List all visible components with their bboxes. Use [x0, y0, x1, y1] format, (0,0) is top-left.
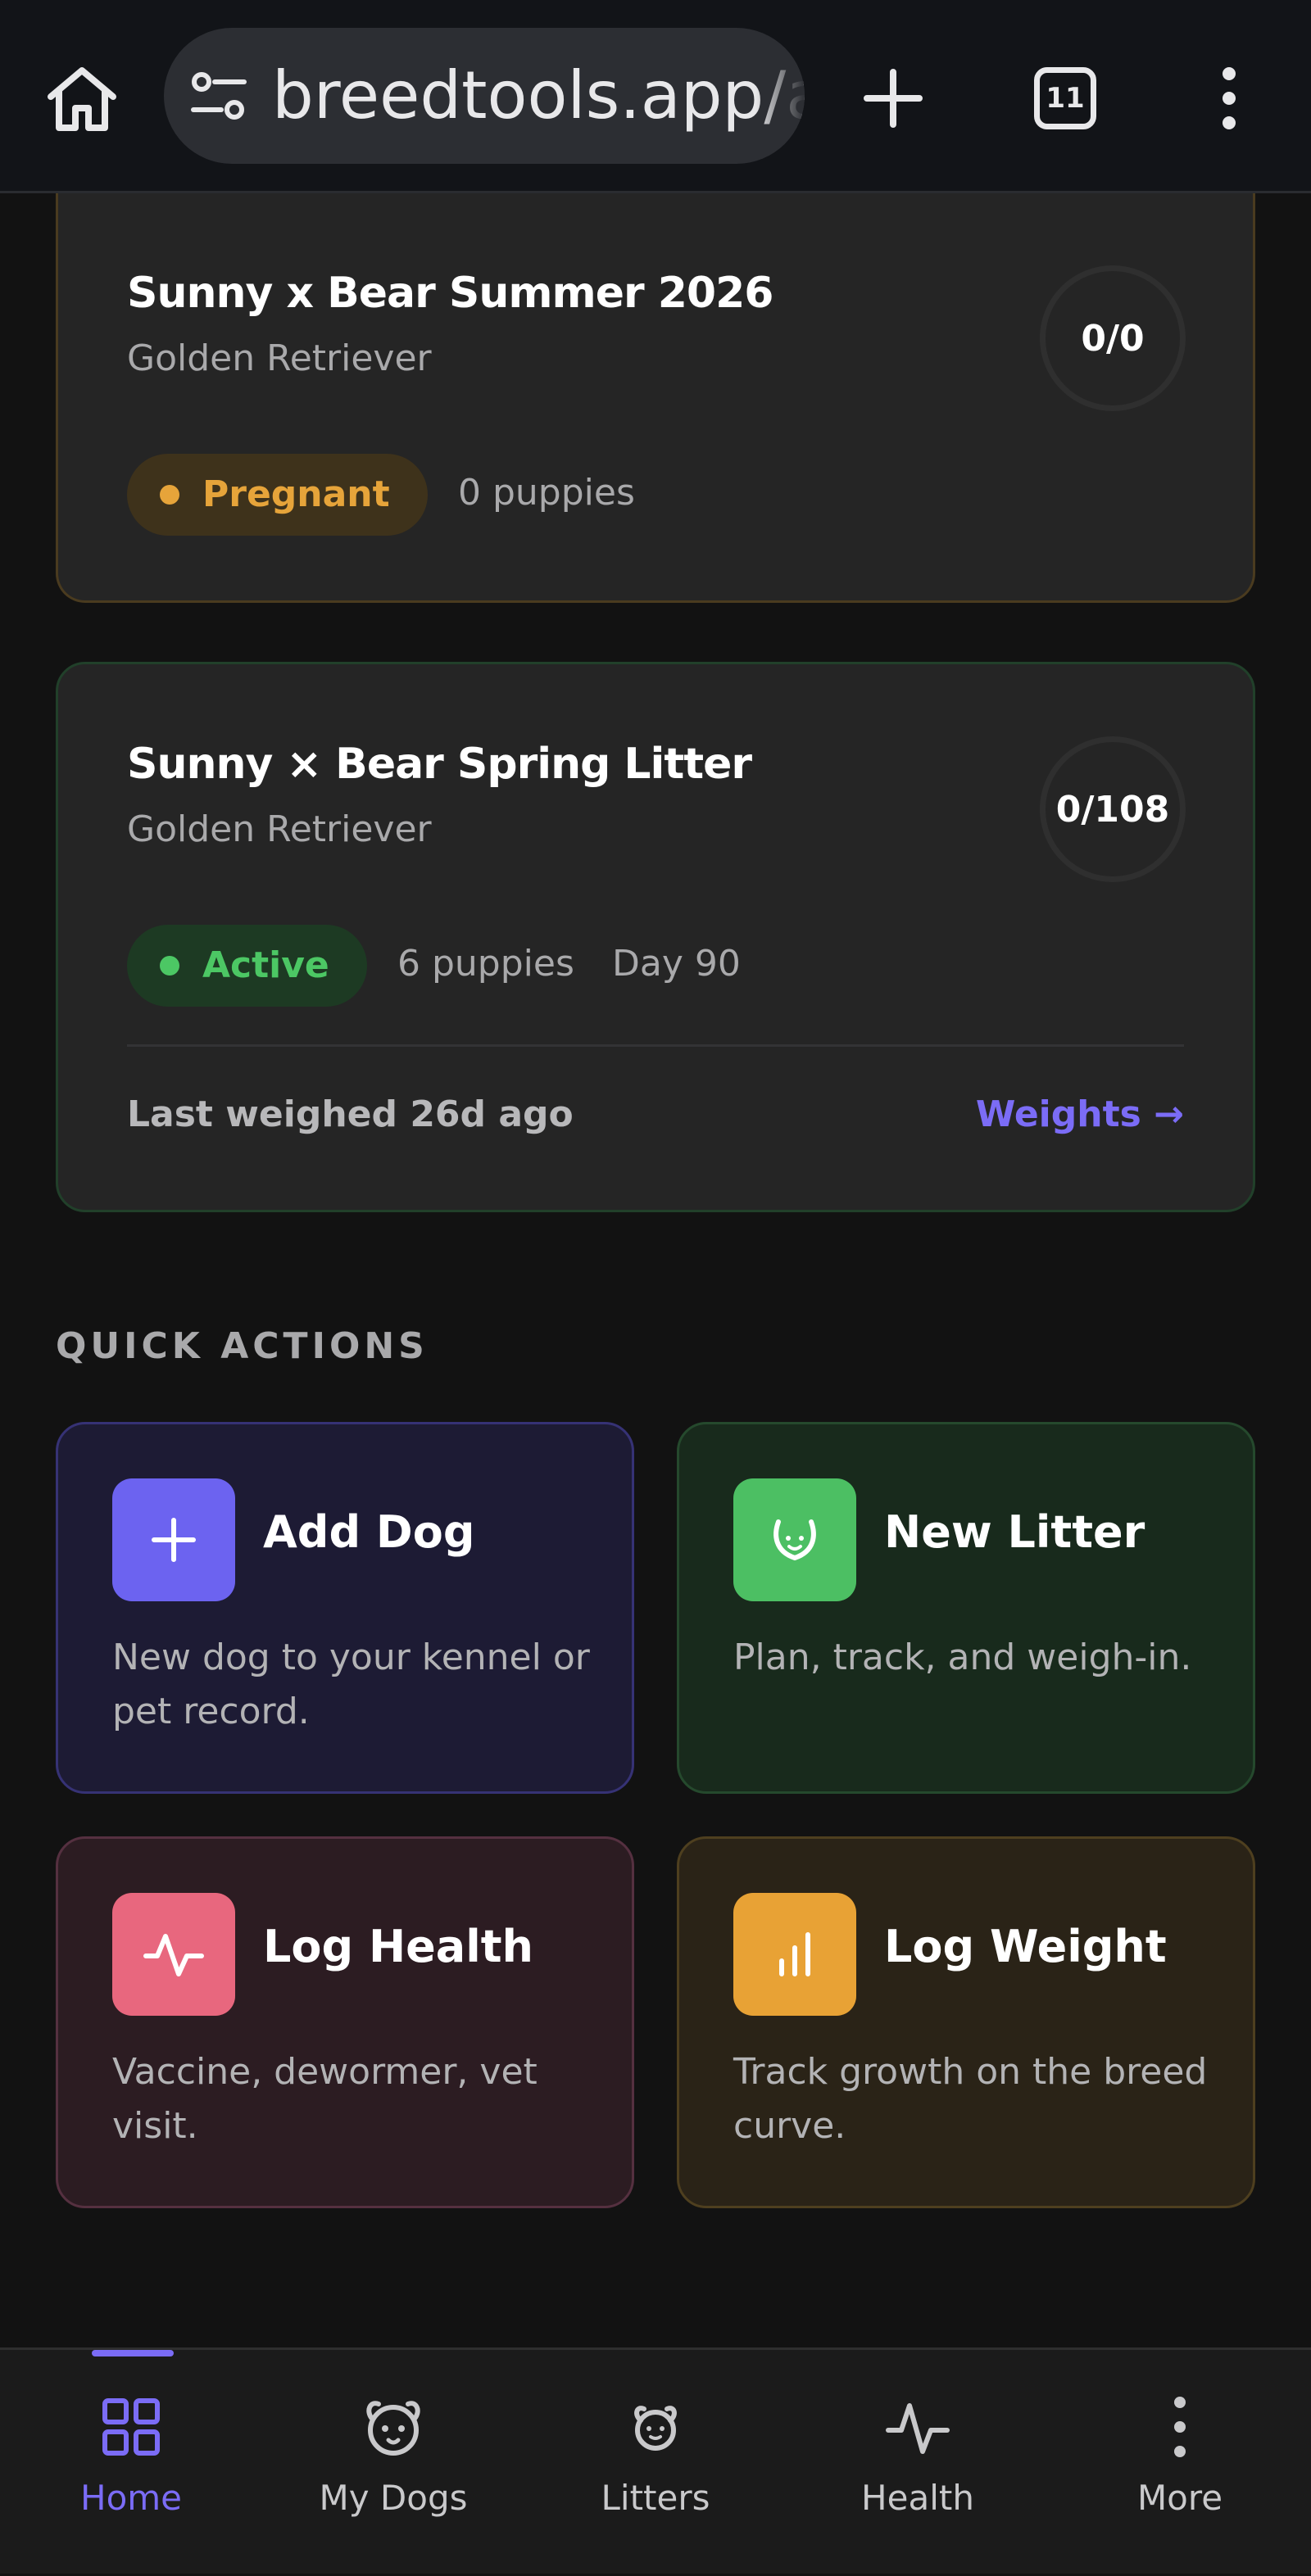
log-weight-button[interactable]: Log Weight Track growth on the breed cur… [677, 1836, 1255, 2208]
nav-more[interactable]: More [1049, 2350, 1311, 2576]
last-weighed: Last weighed 26d ago [127, 1093, 574, 1135]
puppy-count: 6 puppies [397, 943, 574, 985]
status-label: Pregnant [202, 473, 390, 515]
log-health-icon-tile [112, 1893, 235, 2016]
progress-value: 0/0 [1081, 317, 1145, 360]
log-weight-icon-tile [733, 1893, 856, 2016]
puppy-icon [634, 2406, 677, 2451]
nav-my-dogs[interactable]: My Dogs [262, 2350, 524, 2576]
card-divider [127, 1044, 1184, 1047]
progress-ring: 0/108 [1040, 736, 1186, 882]
quick-action-desc: New dog to your kennel or pet record. [112, 1637, 590, 1732]
browser-toolbar: breedtools.app/a 11 [0, 0, 1311, 193]
quick-action-title: Log Weight [884, 1921, 1167, 1972]
add-dog-button[interactable]: Add Dog New dog to your kennel or pet re… [56, 1422, 634, 1794]
nav-litters[interactable]: Litters [524, 2350, 787, 2576]
bar-chart-icon [779, 1932, 810, 1976]
log-health-button[interactable]: Log Health Vaccine, dewormer, vet visit. [56, 1836, 634, 2208]
site-settings-icon[interactable] [188, 67, 249, 124]
new-litter-button[interactable]: New Litter Plan, track, and weigh-in. [677, 1422, 1255, 1794]
quick-actions-heading: QUICK ACTIONS [56, 1325, 429, 1367]
new-litter-icon-tile [733, 1478, 856, 1601]
status-label: Active [202, 944, 329, 986]
litter-title: Sunny x Bear Summer 2026 [127, 269, 773, 318]
litter-title: Sunny × Bear Spring Litter [127, 740, 752, 789]
quick-action-desc: Track growth on the breed curve. [733, 2051, 1208, 2147]
litter-breed: Golden Retriever [127, 337, 432, 379]
tab-count: 11 [1046, 82, 1085, 115]
status-badge: Active [127, 925, 367, 1007]
pulse-icon [886, 2403, 950, 2454]
nav-label: Health [861, 2478, 974, 2518]
grid-icon [102, 2398, 160, 2456]
litter-day: Day 90 [612, 943, 741, 985]
nav-label: My Dogs [319, 2478, 468, 2518]
litter-card[interactable]: Sunny × Bear Spring Litter Golden Retrie… [56, 662, 1255, 1212]
tab-switcher-button[interactable]: 11 [1034, 67, 1096, 129]
quick-action-desc: Plan, track, and weigh-in. [733, 1637, 1192, 1678]
new-tab-icon[interactable] [860, 66, 926, 131]
nav-health[interactable]: Health [787, 2350, 1049, 2576]
plus-icon [152, 1518, 196, 1562]
status-dot [160, 956, 179, 976]
home-icon[interactable] [44, 64, 120, 133]
url-fade [755, 28, 805, 164]
puppy-icon [773, 1519, 816, 1561]
litter-card[interactable]: Sunny x Bear Summer 2026 Golden Retrieve… [56, 193, 1255, 603]
litter-breed: Golden Retriever [127, 808, 432, 850]
add-dog-icon-tile [112, 1478, 235, 1601]
nav-label: More [1136, 2478, 1223, 2518]
pulse-icon [143, 1934, 204, 1976]
status-badge: Pregnant [127, 454, 428, 536]
nav-label: Home [79, 2478, 183, 2518]
quick-action-title: New Litter [884, 1506, 1145, 1558]
browser-menu-icon[interactable] [1211, 66, 1247, 131]
bottom-nav: Home My Dogs Litters Health More [0, 2347, 1311, 2574]
quick-action-desc: Vaccine, dewormer, vet visit. [112, 2051, 538, 2147]
url-text: breedtools.app/a [272, 57, 805, 134]
progress-ring: 0/0 [1040, 265, 1186, 411]
puppy-count: 0 puppies [458, 472, 635, 514]
quick-action-title: Add Dog [263, 1506, 475, 1558]
address-bar[interactable]: breedtools.app/a [164, 28, 805, 164]
quick-action-title: Log Health [263, 1921, 533, 1972]
nav-label: Litters [601, 2478, 710, 2518]
more-vertical-icon [1174, 2397, 1186, 2457]
nav-home[interactable]: Home [0, 2350, 262, 2576]
dog-icon [366, 2401, 420, 2456]
weights-link[interactable]: Weights → [976, 1093, 1184, 1135]
status-dot [160, 485, 179, 505]
progress-value: 0/108 [1055, 788, 1170, 831]
